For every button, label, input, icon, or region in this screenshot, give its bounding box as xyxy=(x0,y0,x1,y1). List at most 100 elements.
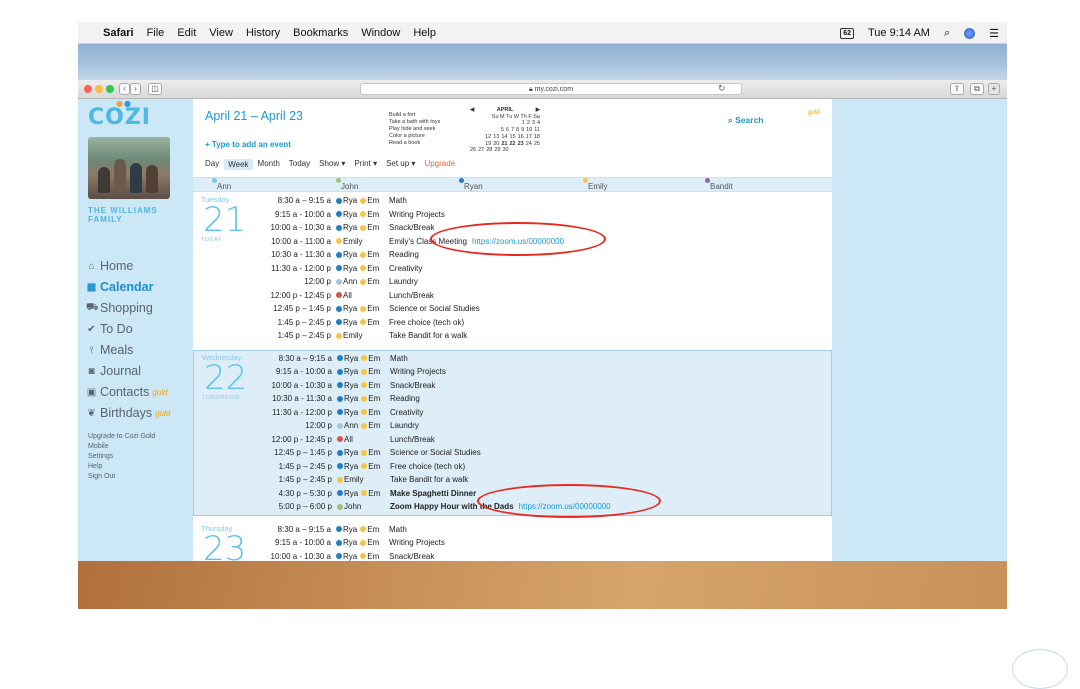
mini-calendar-day[interactable]: 18 xyxy=(534,134,540,141)
event-row[interactable]: 12:00 p - 12:45 p All Lunch/Break xyxy=(193,289,832,303)
minimize-window-button[interactable] xyxy=(95,85,103,93)
sidebar-item-calendar[interactable]: ▦ Calendar xyxy=(86,280,154,294)
event-row[interactable]: 12:00 p Ann Em Laundry xyxy=(194,419,833,433)
share-icon[interactable]: ⇪ xyxy=(950,83,964,95)
event-row[interactable]: 8:30 a – 9:15 a Rya Em Math xyxy=(193,194,832,208)
event-row[interactable]: 10:30 a - 11:30 a Rya Em Reading xyxy=(194,392,833,406)
search-button[interactable]: ⌕ Search xyxy=(728,115,764,126)
mini-calendar-day[interactable]: 2 xyxy=(527,120,530,127)
mini-calendar-day[interactable]: 9 xyxy=(521,127,524,134)
menu-history[interactable]: History xyxy=(246,27,280,39)
event-row[interactable]: 9:15 a - 10:00 a Rya Em Writing Projects xyxy=(193,208,832,222)
family-photo[interactable] xyxy=(88,137,170,199)
sidebar-item-birthdays[interactable]: ❦ Birthdays gold xyxy=(86,406,170,420)
event-row[interactable]: 12:00 p - 12:45 p All Lunch/Break xyxy=(194,433,833,447)
menu-edit[interactable]: Edit xyxy=(177,27,196,39)
mini-calendar-day[interactable]: 10 xyxy=(526,127,532,134)
event-row[interactable]: 8:30 a – 9:15 a Rya Em Math xyxy=(193,523,832,537)
person-john[interactable]: John xyxy=(336,178,358,191)
prev-month-icon[interactable]: ◀ xyxy=(470,107,474,114)
mini-calendar-day[interactable]: 27 xyxy=(478,147,484,154)
sidebar-link-mobile[interactable]: Mobile xyxy=(88,443,109,450)
mini-calendar-day[interactable]: 12 xyxy=(485,134,491,141)
tab-print[interactable]: Print ▾ xyxy=(354,159,377,170)
tab-setup[interactable]: Set up ▾ xyxy=(386,159,415,170)
menu-bookmarks[interactable]: Bookmarks xyxy=(293,27,348,39)
todo-item[interactable]: Build a fort xyxy=(389,112,440,119)
mini-calendar-day[interactable]: 11 xyxy=(534,127,540,134)
reload-icon[interactable]: ↻ xyxy=(718,83,726,94)
todo-item[interactable]: Color a picture xyxy=(389,133,440,140)
zoom-window-button[interactable] xyxy=(106,85,114,93)
event-row[interactable]: 9:15 a - 10:00 a Rya Em Writing Projects xyxy=(194,365,833,379)
todo-item[interactable]: Play hide and seek xyxy=(389,126,440,133)
battery-icon[interactable]: 62 xyxy=(840,27,854,39)
mini-calendar-day[interactable]: 3 xyxy=(532,120,535,127)
event-row[interactable]: 12:45 p – 1:45 p Rya Em Science or Social S… xyxy=(194,446,833,460)
mini-calendar-day[interactable]: 24 xyxy=(526,141,532,148)
mini-calendar-day[interactable]: 22 xyxy=(510,141,516,148)
sidebar-item-contacts[interactable]: ▣ Contacts gold xyxy=(86,385,168,399)
event-row[interactable]: 11:30 a - 12:00 p Rya Em Creativity xyxy=(194,406,833,420)
mini-calendar-day[interactable]: 4 xyxy=(537,120,540,127)
mini-calendar-day[interactable]: 8 xyxy=(516,127,519,134)
mini-calendar-day[interactable]: 5 xyxy=(501,127,504,134)
close-window-button[interactable] xyxy=(84,85,92,93)
menu-view[interactable]: View xyxy=(209,27,233,39)
sidebar-link-help[interactable]: Help xyxy=(88,463,102,470)
mini-calendar-day[interactable]: 28 xyxy=(486,147,492,154)
cozi-logo[interactable]: ●● COZI xyxy=(88,99,151,130)
notification-center-icon[interactable]: ☰ xyxy=(989,27,999,40)
mini-calendar-day[interactable]: 14 xyxy=(501,134,507,141)
mini-calendar-day[interactable]: 16 xyxy=(518,134,524,141)
back-button[interactable]: ‹ xyxy=(119,83,130,95)
siri-icon[interactable] xyxy=(964,27,976,39)
tab-month[interactable]: Month xyxy=(258,159,280,170)
next-month-icon[interactable]: ▶ xyxy=(536,107,540,114)
event-row[interactable]: 1:45 p – 2:45 p Emily Take Bandit for a wa… xyxy=(194,473,833,487)
tab-show[interactable]: Show ▾ xyxy=(319,159,345,170)
event-row[interactable]: 10:00 a - 10:30 a Rya Em Snack/Break xyxy=(194,379,833,393)
mini-calendar-day[interactable]: 6 xyxy=(506,127,509,134)
sidebar-link-settings[interactable]: Settings xyxy=(88,453,113,460)
tab-upgrade[interactable]: Upgrade xyxy=(424,159,455,170)
person-bandit[interactable]: Bandit xyxy=(705,178,733,191)
tab-today[interactable]: Today xyxy=(289,159,310,170)
menu-help[interactable]: Help xyxy=(413,27,436,39)
mini-calendar-day[interactable]: 30 xyxy=(503,147,509,154)
mini-calendar[interactable]: ◀ APRIL ▶ Su M Tu W Th F Sa 1 2 3 4 5 6 7 8 9 10 11 1… xyxy=(470,107,540,154)
tab-week[interactable]: Week xyxy=(224,159,253,170)
mini-calendar-day[interactable]: 25 xyxy=(534,141,540,148)
event-row[interactable]: 12:45 p – 1:45 p Rya Em Science or Social S… xyxy=(193,302,832,316)
mini-calendar-day[interactable]: 15 xyxy=(510,134,516,141)
mini-calendar-day[interactable]: 21 xyxy=(501,141,507,148)
tab-day[interactable]: Day xyxy=(205,159,219,170)
tabs-overview-icon[interactable]: ⧉ xyxy=(970,83,984,95)
address-bar[interactable]: 🔒︎ my.cozi.com xyxy=(360,83,742,95)
menu-file[interactable]: File xyxy=(147,27,165,39)
mini-calendar-day[interactable]: 23 xyxy=(518,141,524,148)
todo-item[interactable]: Take a bath with toys xyxy=(389,119,440,126)
spotlight-search-icon[interactable]: ⌕ xyxy=(944,27,950,40)
mini-calendar-day[interactable]: 17 xyxy=(526,134,532,141)
event-row[interactable]: 1:45 p – 2:45 p Rya Em Free choice (tech ok… xyxy=(194,460,833,474)
mini-calendar-day[interactable]: 7 xyxy=(511,127,514,134)
person-ryan[interactable]: Ryan xyxy=(459,178,483,191)
sidebar-toggle-icon[interactable]: ◫ xyxy=(148,83,162,95)
event-row[interactable]: 11:30 a - 12:00 p Rya Em Creativity xyxy=(193,262,832,276)
mini-calendar-day[interactable]: 29 xyxy=(494,147,500,154)
sidebar-item-journal[interactable]: ◙ Journal xyxy=(86,364,141,378)
event-row[interactable]: 8:30 a – 9:15 a Rya Em Math xyxy=(194,352,833,366)
mini-calendar-day[interactable]: 13 xyxy=(493,134,499,141)
event-row[interactable]: 1:45 p – 2:45 p Rya Em Free choice (tech ok… xyxy=(193,316,832,330)
person-ann[interactable]: Ann xyxy=(212,178,231,191)
sidebar-item-shopping[interactable]: ⛟ Shopping xyxy=(86,301,153,315)
todo-item[interactable]: Read a book xyxy=(389,140,440,147)
todo-preview[interactable]: Build a fort Take a bath with toys Play hi… xyxy=(389,112,440,147)
event-row[interactable]: 12:00 p Ann Em Laundry xyxy=(193,275,832,289)
mini-calendar-day[interactable]: 1 xyxy=(522,120,525,127)
menu-window[interactable]: Window xyxy=(361,27,400,39)
sidebar-link-upgrade-to-cozi-gold[interactable]: Upgrade to Cozi Gold xyxy=(88,433,155,440)
sidebar-item-to-do[interactable]: ✔ To Do xyxy=(86,322,132,336)
event-row[interactable]: 1:45 p – 2:45 p Emily Take Bandit for a wa… xyxy=(193,329,832,343)
